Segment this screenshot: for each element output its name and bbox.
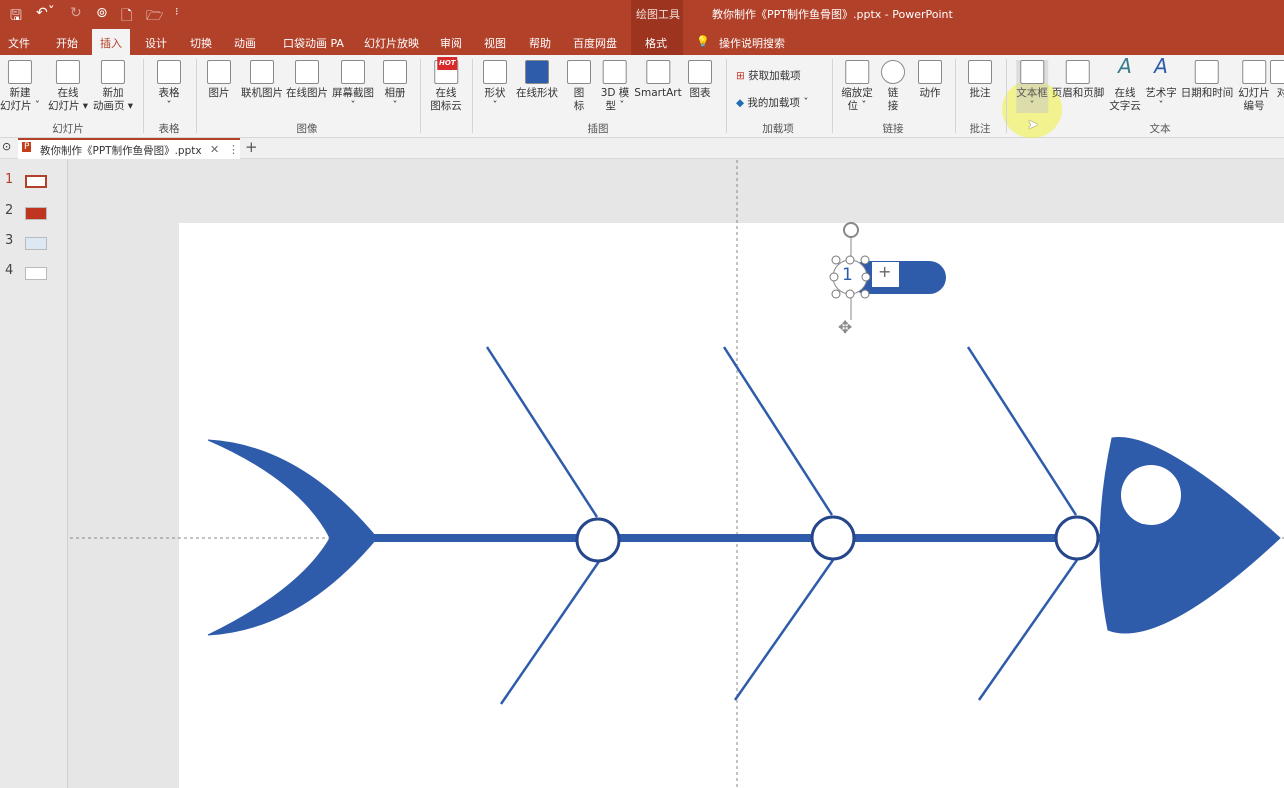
fish-bone[interactable] — [722, 346, 834, 516]
fishbone-diagram — [70, 160, 1284, 788]
joint-circle[interactable] — [575, 517, 621, 563]
fish-eye — [1121, 465, 1181, 525]
fish-bone[interactable] — [966, 346, 1078, 516]
shape-number-text: 1 — [842, 265, 853, 285]
joint-circle[interactable] — [810, 515, 856, 561]
fish-bone[interactable] — [485, 346, 599, 518]
move-handle-icon[interactable]: ✥ — [838, 318, 852, 338]
rotate-handle-icon[interactable] — [843, 222, 859, 238]
layout-options-plus-icon[interactable]: + — [878, 262, 891, 281]
fish-bone[interactable] — [977, 559, 1079, 701]
fish-head[interactable] — [1099, 436, 1281, 634]
fish-bone[interactable] — [733, 559, 835, 701]
fish-bone[interactable] — [499, 559, 602, 705]
joint-circle[interactable] — [1054, 515, 1100, 561]
